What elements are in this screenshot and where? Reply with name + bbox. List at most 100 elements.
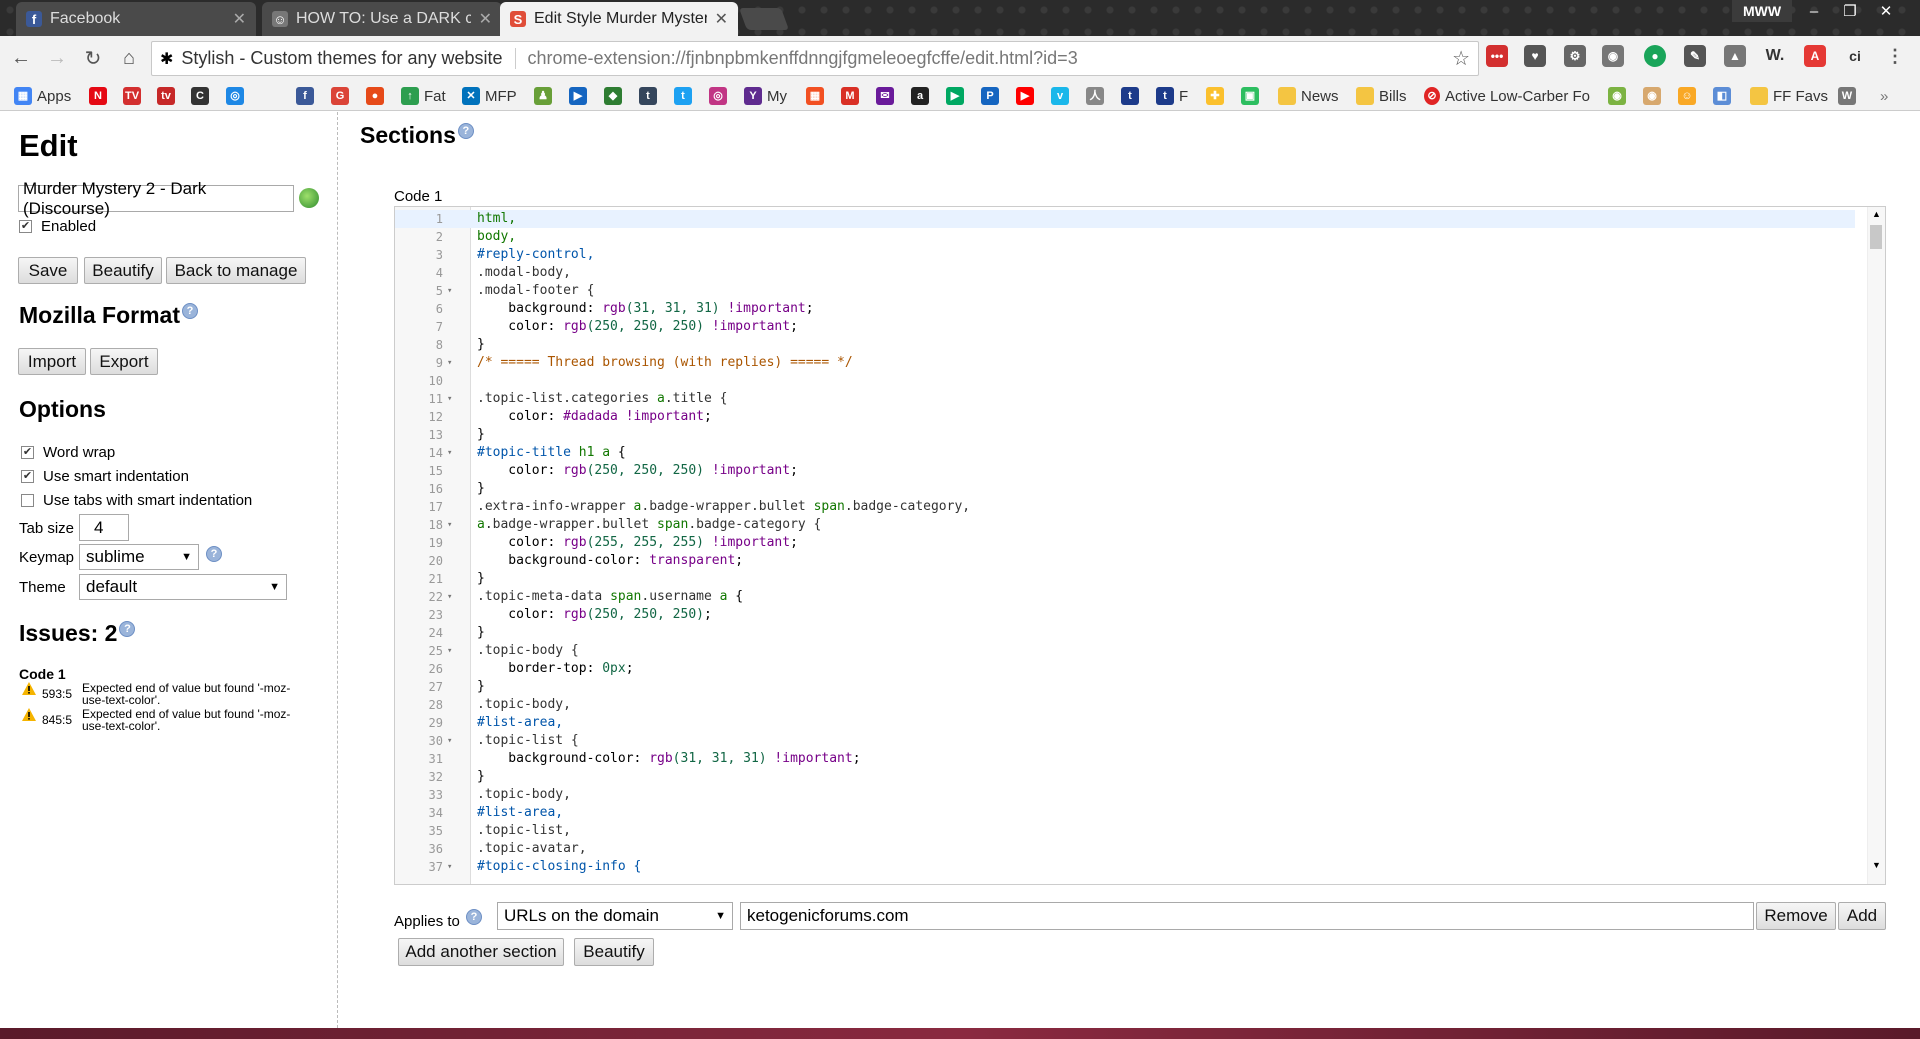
extension-w-label[interactable]: W. — [1764, 45, 1786, 67]
bookmark-f[interactable]: tF — [1156, 86, 1188, 106]
code-line[interactable]: 16} — [395, 480, 1855, 498]
code-line[interactable]: 4 .modal-body, — [395, 264, 1855, 282]
pocket-icon[interactable]: ♥ — [1524, 45, 1546, 67]
restore-icon[interactable]: ❐ — [1832, 0, 1868, 22]
code-line[interactable]: 10 — [395, 372, 1855, 390]
tab-edit-style[interactable]: S Edit Style Murder Myster ✕ — [500, 2, 738, 36]
code-line[interactable]: 13} — [395, 426, 1855, 444]
gmail-icon[interactable]: M — [841, 86, 864, 106]
fold-arrow-icon[interactable]: ▾ — [447, 588, 452, 606]
code-line[interactable]: 28 .topic-body, — [395, 696, 1855, 714]
figure-icon[interactable]: 人 — [1086, 86, 1109, 106]
google-plus-icon[interactable]: G — [331, 86, 354, 106]
bookmark-ff-favs[interactable]: FF Favs — [1750, 86, 1828, 106]
close-icon[interactable]: ✕ — [233, 9, 246, 29]
code-line[interactable]: 18 ▾ a.badge-wrapper.bullet span.badge-cat… — [395, 516, 1855, 534]
code-line[interactable]: 2 body, — [395, 228, 1855, 246]
p-icon[interactable]: P — [981, 86, 1004, 106]
vertical-scrollbar[interactable]: ▲ ▼ — [1867, 207, 1885, 884]
help-icon[interactable]: ? — [182, 303, 199, 320]
forward-icon[interactable]: → — [42, 47, 72, 70]
extension-red-icon[interactable]: ••• — [1486, 45, 1508, 67]
bookmark-apps[interactable]: ▦ Apps — [14, 86, 71, 106]
bookmark-icon-a[interactable]: ◉ — [1608, 86, 1631, 106]
bookmark-my[interactable]: Y My — [744, 86, 787, 106]
code-line[interactable]: 1 html, — [395, 210, 1855, 228]
pen-icon[interactable]: ✎ — [1684, 45, 1706, 67]
scroll-down-icon[interactable]: ▼ — [1872, 860, 1881, 870]
play-icon[interactable]: ▶ — [569, 86, 592, 106]
tab-howto[interactable]: ☺ HOW TO: Use a DARK co ✕ — [262, 2, 502, 36]
fold-arrow-icon[interactable]: ▾ — [447, 642, 452, 660]
save-button[interactable]: Save — [18, 257, 78, 284]
applies-value-input[interactable]: ketogenicforums.com — [740, 902, 1754, 930]
tv-icon[interactable]: TV — [123, 86, 146, 106]
home-icon[interactable]: ⌂ — [114, 47, 144, 70]
globe-icon[interactable] — [299, 188, 319, 208]
bookmark-bills[interactable]: Bills — [1356, 86, 1407, 106]
import-button[interactable]: Import — [18, 348, 86, 375]
diamond-icon[interactable]: ◆ — [604, 86, 627, 106]
code-line[interactable]: 15 color: rgb(250, 250, 250) !important; — [395, 462, 1855, 480]
more-bookmarks-icon[interactable]: » — [1880, 86, 1888, 106]
bookmark-fat[interactable]: ↑ Fat — [401, 86, 446, 106]
beautify-button[interactable]: Beautify — [84, 257, 162, 284]
theme-select[interactable]: default ▼ — [79, 574, 287, 600]
code-line[interactable]: 3 #reply-control, — [395, 246, 1855, 264]
fold-arrow-icon[interactable]: ▾ — [447, 354, 452, 372]
adobe-icon[interactable]: A — [1804, 45, 1826, 67]
tabs-smart-indentation-checkbox[interactable]: Use tabs with smart indentation — [21, 492, 252, 509]
code-line[interactable]: 8} — [395, 336, 1855, 354]
code-line[interactable]: 20 background-color: transparent; — [395, 552, 1855, 570]
code-line[interactable]: 5 ▾ .modal-footer { — [395, 282, 1855, 300]
tab-size-input[interactable]: 4 — [79, 514, 129, 541]
scrollbar-thumb[interactable] — [1870, 225, 1882, 249]
code-line[interactable]: 31 background-color: rgb(31, 31, 31) !im… — [395, 750, 1855, 768]
menu-icon[interactable]: ⋮ — [1884, 45, 1906, 67]
code-line[interactable]: 11 ▾ .topic-list.categories a.title { — [395, 390, 1855, 408]
close-icon[interactable]: ✕ — [479, 9, 492, 29]
fold-arrow-icon[interactable]: ▾ — [447, 444, 452, 462]
minimize-icon[interactable]: – — [1796, 0, 1832, 22]
tab-facebook[interactable]: f Facebook ✕ — [16, 2, 256, 36]
drive-icon[interactable]: ▲ — [1724, 45, 1746, 67]
help-icon[interactable]: ? — [466, 909, 483, 925]
code-line[interactable]: 21} — [395, 570, 1855, 588]
netflix-icon[interactable]: N — [89, 86, 112, 106]
bookmark-icon-b[interactable]: ◉ — [1643, 86, 1666, 106]
issue-item[interactable]: 845:5 Expected end of value but found '-… — [22, 708, 308, 732]
facebook-bookmark-icon[interactable]: f — [296, 86, 319, 106]
extension-green-icon[interactable]: ● — [1644, 45, 1666, 67]
twitter-icon[interactable]: t — [674, 86, 697, 106]
issue-item[interactable]: 593:5 Expected end of value but found '-… — [22, 682, 308, 706]
fold-arrow-icon[interactable]: ▾ — [447, 858, 452, 876]
code-line[interactable]: 9 ▾ /* ===== Thread browsing (with replies… — [395, 354, 1855, 372]
reload-icon[interactable]: ↻ — [78, 46, 108, 71]
add-another-section-button[interactable]: Add another section — [398, 938, 564, 966]
word-wrap-checkbox[interactable]: ✔ Word wrap — [21, 444, 115, 461]
code-line[interactable]: 26 border-top: 0px; — [395, 660, 1855, 678]
wordpress-icon[interactable]: W — [1838, 86, 1861, 106]
bookmark-mfp[interactable]: ✕ MFP — [462, 86, 517, 106]
weather-icon[interactable]: ◎ — [226, 86, 249, 106]
location-icon[interactable]: ◉ — [1602, 45, 1624, 67]
help-icon[interactable]: ? — [457, 123, 474, 140]
code-line[interactable]: 14 ▾ #topic-title h1 a { — [395, 444, 1855, 462]
code-line[interactable]: 30 ▾ .topic-list { — [395, 732, 1855, 750]
bookmark-icon-c[interactable]: ☺ — [1678, 86, 1701, 106]
pinwheel-icon[interactable]: ✚ — [1206, 86, 1229, 106]
add-button[interactable]: Add — [1838, 902, 1886, 930]
code-line[interactable]: 17 .extra-info-wrapper a.badge-wrapper.bu… — [395, 498, 1855, 516]
enabled-checkbox[interactable]: ✔ Enabled — [19, 218, 96, 235]
code-line[interactable]: 6 background: rgb(31, 31, 31) !important… — [395, 300, 1855, 318]
keymap-select[interactable]: sublime ▼ — [79, 544, 199, 570]
tv2-icon[interactable]: tv — [157, 86, 180, 106]
amazon-icon[interactable]: a — [911, 86, 934, 106]
remove-button[interactable]: Remove — [1756, 902, 1836, 930]
bookmark-icon-d[interactable]: ◧ — [1713, 86, 1736, 106]
code-line[interactable]: 25 ▾ .topic-body { — [395, 642, 1855, 660]
scroll-up-icon[interactable]: ▲ — [1872, 209, 1881, 219]
code-line[interactable]: 22 ▾ .topic-meta-data span.username a { — [395, 588, 1855, 606]
section-beautify-button[interactable]: Beautify — [574, 938, 654, 966]
style-name-input[interactable]: Murder Mystery 2 - Dark (Discourse) — [18, 179, 294, 218]
